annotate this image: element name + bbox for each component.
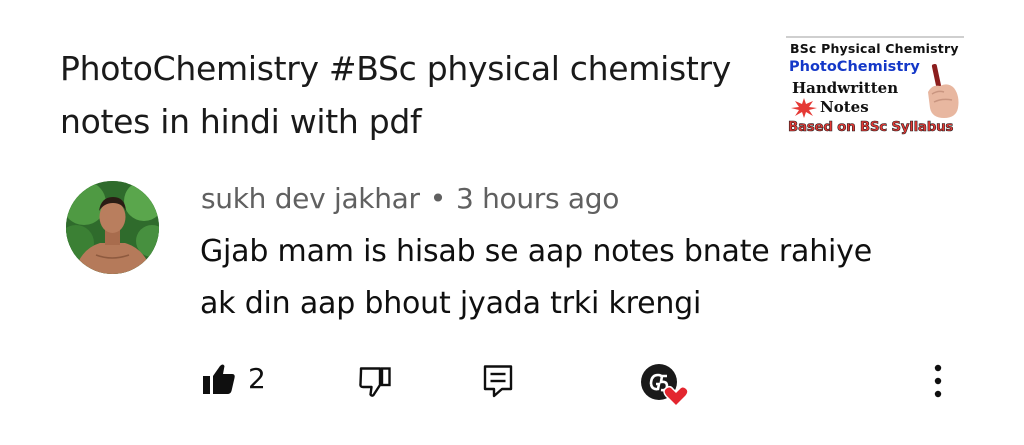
comment-text: Gjab mam is hisab se aap notes bnate rah… <box>200 234 872 321</box>
thumbnail-line-3: Handwritten <box>792 79 899 97</box>
thumbnail-line-4: Notes <box>820 98 869 116</box>
dislike-button[interactable] <box>358 366 392 398</box>
thumbnail-line-1: BSc Physical Chemistry <box>790 41 959 56</box>
like-count: 2 <box>248 362 266 395</box>
video-title[interactable]: PhotoChemistry #BSc physical chemistry n… <box>60 42 750 148</box>
meta-separator: • <box>429 182 447 215</box>
comment-time: 3 hours ago <box>455 182 620 215</box>
comment-actions: 2 <box>0 352 1024 412</box>
avatar-photo <box>66 181 159 274</box>
creator-heart-badge[interactable] <box>639 362 691 408</box>
creator-heart-icon <box>641 364 689 408</box>
hand-with-pen-icon <box>928 64 959 118</box>
thumbs-down-icon <box>359 367 391 397</box>
more-options-button[interactable] <box>930 364 946 400</box>
avatar[interactable] <box>66 181 159 274</box>
thumbnail-line-5: Based on BSc Syllabus <box>788 119 954 136</box>
reply-icon <box>483 365 513 398</box>
comment-meta: sukh dev jakhar • 3 hours ago <box>201 182 619 215</box>
like-button[interactable]: 2 <box>202 362 266 395</box>
video-thumbnail[interactable]: BSc Physical Chemistry PhotoChemistry Ha… <box>786 36 964 140</box>
comment-author[interactable]: sukh dev jakhar <box>201 182 420 215</box>
thumbs-up-icon <box>203 364 235 394</box>
thumbnail-line-2: PhotoChemistry <box>789 59 920 75</box>
more-vert-icon <box>934 364 942 398</box>
starburst-icon <box>791 98 817 118</box>
reply-button[interactable] <box>482 364 514 398</box>
